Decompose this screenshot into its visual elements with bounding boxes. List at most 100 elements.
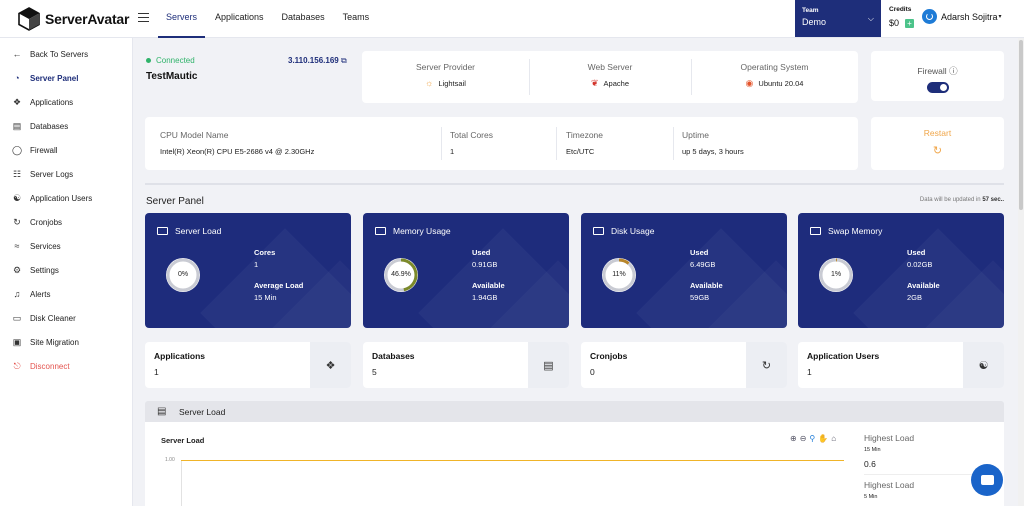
sidebar-item-label: Server Logs	[30, 169, 74, 179]
apache-feather-icon: ❦	[591, 78, 599, 88]
copy-icon[interactable]: ⧉	[341, 56, 347, 65]
sidebar-item-label: Server Panel	[30, 73, 79, 83]
sidebar-item-disk-cleaner[interactable]: ▭ Disk Cleaner	[12, 313, 76, 323]
database-icon: ▤	[528, 342, 569, 388]
nav-databases[interactable]: Databases	[274, 0, 333, 38]
sidebar-item-services[interactable]: ≈ Services	[12, 241, 61, 251]
bar-chart-icon: ▤	[157, 406, 167, 417]
divider	[145, 183, 1004, 185]
cpu-model-value: Intel(R) Xeon(R) CPU E5-2686 v4 @ 2.30GH…	[160, 147, 315, 156]
server-specs-card: CPU Model Name Intel(R) Xeon(R) CPU E5-2…	[145, 117, 858, 170]
sidebar-item-application-users[interactable]: ☯ Application Users	[12, 193, 92, 203]
sidebar-item-label: Firewall	[30, 145, 58, 155]
stat-gauge: 0%	[164, 256, 202, 294]
stat-value: 0.91GB	[472, 260, 498, 269]
sidebar-item-settings[interactable]: ⚙ Settings	[12, 265, 59, 275]
chevron-down-icon: ⌵	[867, 14, 874, 23]
stat-value: 1	[254, 260, 259, 269]
firewall-card: Firewall ⓘ	[871, 51, 1004, 101]
update-countdown: Data will be updated in 57 sec..	[920, 197, 1004, 203]
restart-button[interactable]: Restart ↻	[871, 117, 1004, 170]
stat-title: Memory Usage	[393, 226, 451, 236]
server-load-section-header: ▤ Server Load	[145, 401, 1004, 422]
stat-gauge: 1%	[817, 256, 855, 294]
stat-key: Available	[690, 281, 723, 290]
refresh-icon: ↻	[746, 342, 787, 388]
server-name: TestMautic	[146, 71, 198, 82]
sidebar-item-server-panel[interactable]: ◔ Server Panel	[12, 73, 78, 83]
zoom-out-icon[interactable]: ⊖	[800, 434, 807, 443]
sidebar-item-alerts[interactable]: ♫ Alerts	[12, 289, 51, 299]
monitor-icon	[157, 227, 168, 235]
migration-icon: ▣	[12, 336, 22, 347]
count-card-application-users[interactable]: Application Users 1 ☯	[798, 342, 1004, 388]
home-reset-icon[interactable]: ⌂	[831, 434, 836, 443]
server-ip[interactable]: 3.110.156.169 ⧉	[288, 56, 347, 66]
restart-icon: ↻	[932, 145, 943, 157]
count-card-databases[interactable]: Databases 5 ▤	[363, 342, 569, 388]
total-cores: Total Cores 1	[450, 117, 493, 156]
stat-key: Available	[907, 281, 940, 290]
nav-servers[interactable]: Servers	[158, 0, 206, 38]
sidebar-item-databases[interactable]: ▤ Databases	[12, 121, 69, 131]
timezone: Timezone Etc/UTC	[566, 117, 603, 156]
nav-applications[interactable]: Applications	[207, 0, 272, 38]
info-icon[interactable]: ⓘ	[949, 66, 958, 76]
cpu-model-label: CPU Model Name	[160, 130, 229, 140]
logs-icon: ☷	[12, 168, 22, 179]
avatar	[922, 9, 937, 24]
sidebar-item-label: Disk Cleaner	[30, 313, 76, 323]
scrollbar-thumb[interactable]	[1019, 40, 1023, 210]
chat-support-button[interactable]	[971, 464, 1003, 496]
connection-status: Connected	[146, 56, 195, 65]
firewall-toggle[interactable]	[926, 82, 949, 93]
sidebar-item-firewall[interactable]: ◯ Firewall	[12, 145, 58, 155]
stat-percent: 0%	[177, 271, 189, 278]
menu-toggle-icon[interactable]	[138, 13, 149, 23]
stat-key: Used	[472, 248, 491, 257]
stat-value: 6.49GB	[690, 260, 716, 269]
highest-load-period: 15 Min	[864, 447, 881, 453]
user-name: Adarsh Sojitra	[941, 11, 998, 22]
section-header-title: Server Load	[179, 407, 226, 417]
total-cores-value: 1	[450, 147, 455, 156]
sidebar-item-applications[interactable]: ❖ Applications	[12, 97, 73, 107]
sidebar-item-label: Alerts	[30, 289, 51, 299]
app-name: ServerAvatar	[45, 11, 130, 27]
add-credits-button[interactable]: +	[905, 18, 915, 28]
count-title: Application Users	[807, 351, 880, 361]
sidebar-item-cronjobs[interactable]: ↻ Cronjobs	[12, 217, 62, 227]
count-title: Cronjobs	[590, 351, 628, 361]
stat-card-swap-memory: Swap Memory 1% Used 0.02GB Available 2GB	[798, 213, 1004, 328]
operating-system-value: Ubuntu 20.04	[758, 79, 804, 88]
sidebar-item-site-migration[interactable]: ▣ Site Migration	[12, 337, 79, 347]
count-card-applications[interactable]: Applications 1 ❖	[145, 342, 351, 388]
top-bar: ServerAvatar Servers Applications Databa…	[0, 0, 1024, 38]
dashboard-icon: ◔	[14, 73, 20, 83]
memory-icon	[375, 227, 386, 235]
team-selector[interactable]: Team Demo ⌵	[795, 0, 881, 37]
pan-hand-icon[interactable]: ✋	[818, 434, 828, 443]
y-tick-label: 1.00	[165, 457, 175, 463]
sidebar-item-label: Services	[30, 241, 61, 251]
web-server-label: Web Server	[587, 62, 633, 72]
sidebar-item-label: Application Users	[30, 193, 93, 203]
nav-teams[interactable]: Teams	[335, 0, 378, 38]
sidebar-item-disconnect[interactable]: ⎋ Disconnect	[12, 361, 69, 371]
count-card-cronjobs[interactable]: Cronjobs 0 ↻	[581, 342, 787, 388]
stat-card-server-load: Server Load 0% Cores 1 Average Load 15 M…	[145, 213, 351, 328]
team-label: Team	[802, 7, 819, 14]
sidebar-item-back-to-servers[interactable]: ← Back To Servers	[12, 49, 89, 59]
user-menu[interactable]: Adarsh Sojitra ▾	[922, 9, 1002, 24]
main-nav: Servers Applications Databases Teams	[158, 0, 379, 38]
search-zoom-icon[interactable]: ⚲	[809, 434, 815, 443]
logo[interactable]: ServerAvatar	[18, 7, 129, 31]
sidebar-item-label: Databases	[30, 121, 69, 131]
arrow-left-icon: ←	[12, 49, 22, 59]
stat-key: Used	[690, 248, 709, 257]
sidebar-item-server-logs[interactable]: ☷ Server Logs	[12, 169, 73, 179]
server-provider-label: Server Provider	[415, 62, 476, 72]
chart-title: Server Load	[161, 436, 205, 445]
zoom-in-icon[interactable]: ⊕	[790, 434, 797, 443]
scrollbar[interactable]	[1018, 38, 1024, 506]
